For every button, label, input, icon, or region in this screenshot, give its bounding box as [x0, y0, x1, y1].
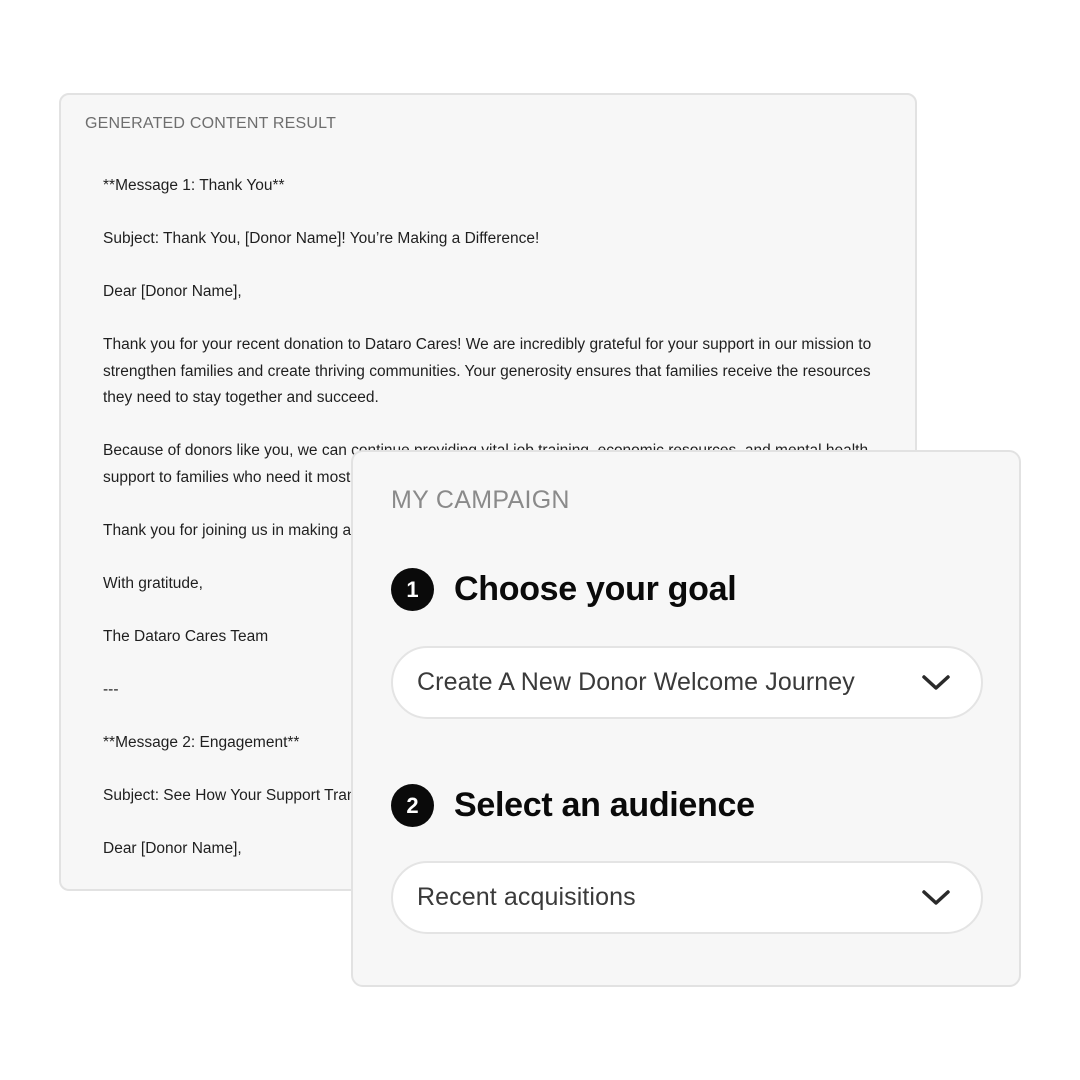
content-line: they need to stay together and succeed. — [103, 389, 379, 406]
content-line: strengthen families and create thriving … — [103, 362, 871, 380]
content-line: Dear [Donor Name], — [103, 283, 242, 300]
audience-dropdown-value: Recent acquisitions — [417, 883, 636, 911]
chevron-down-icon — [921, 673, 951, 693]
audience-dropdown[interactable]: Recent acquisitions — [391, 861, 983, 934]
step-choose-goal: 1 Choose your goal — [391, 568, 737, 611]
goal-dropdown-value: Create A New Donor Welcome Journey — [417, 668, 855, 696]
generated-content-heading: GENERATED CONTENT RESULT — [85, 115, 337, 132]
step-number-badge: 1 — [391, 568, 434, 611]
goal-dropdown[interactable]: Create A New Donor Welcome Journey — [391, 646, 983, 719]
content-line: Thank you for your recent donation to Da… — [103, 336, 872, 353]
step-select-audience: 2 Select an audience — [391, 784, 755, 827]
content-line: **Message 1: Thank You** — [103, 177, 285, 194]
step-number-badge: 2 — [391, 784, 434, 827]
chevron-down-icon — [921, 888, 951, 908]
campaign-heading: MY CAMPAIGN — [391, 486, 570, 514]
step-title: Choose your goal — [454, 570, 737, 608]
content-line: Subject: Thank You, [Donor Name]! You’re… — [103, 230, 540, 247]
step-title: Select an audience — [454, 786, 755, 824]
my-campaign-panel: MY CAMPAIGN 1 Choose your goal Create A … — [351, 450, 1021, 987]
